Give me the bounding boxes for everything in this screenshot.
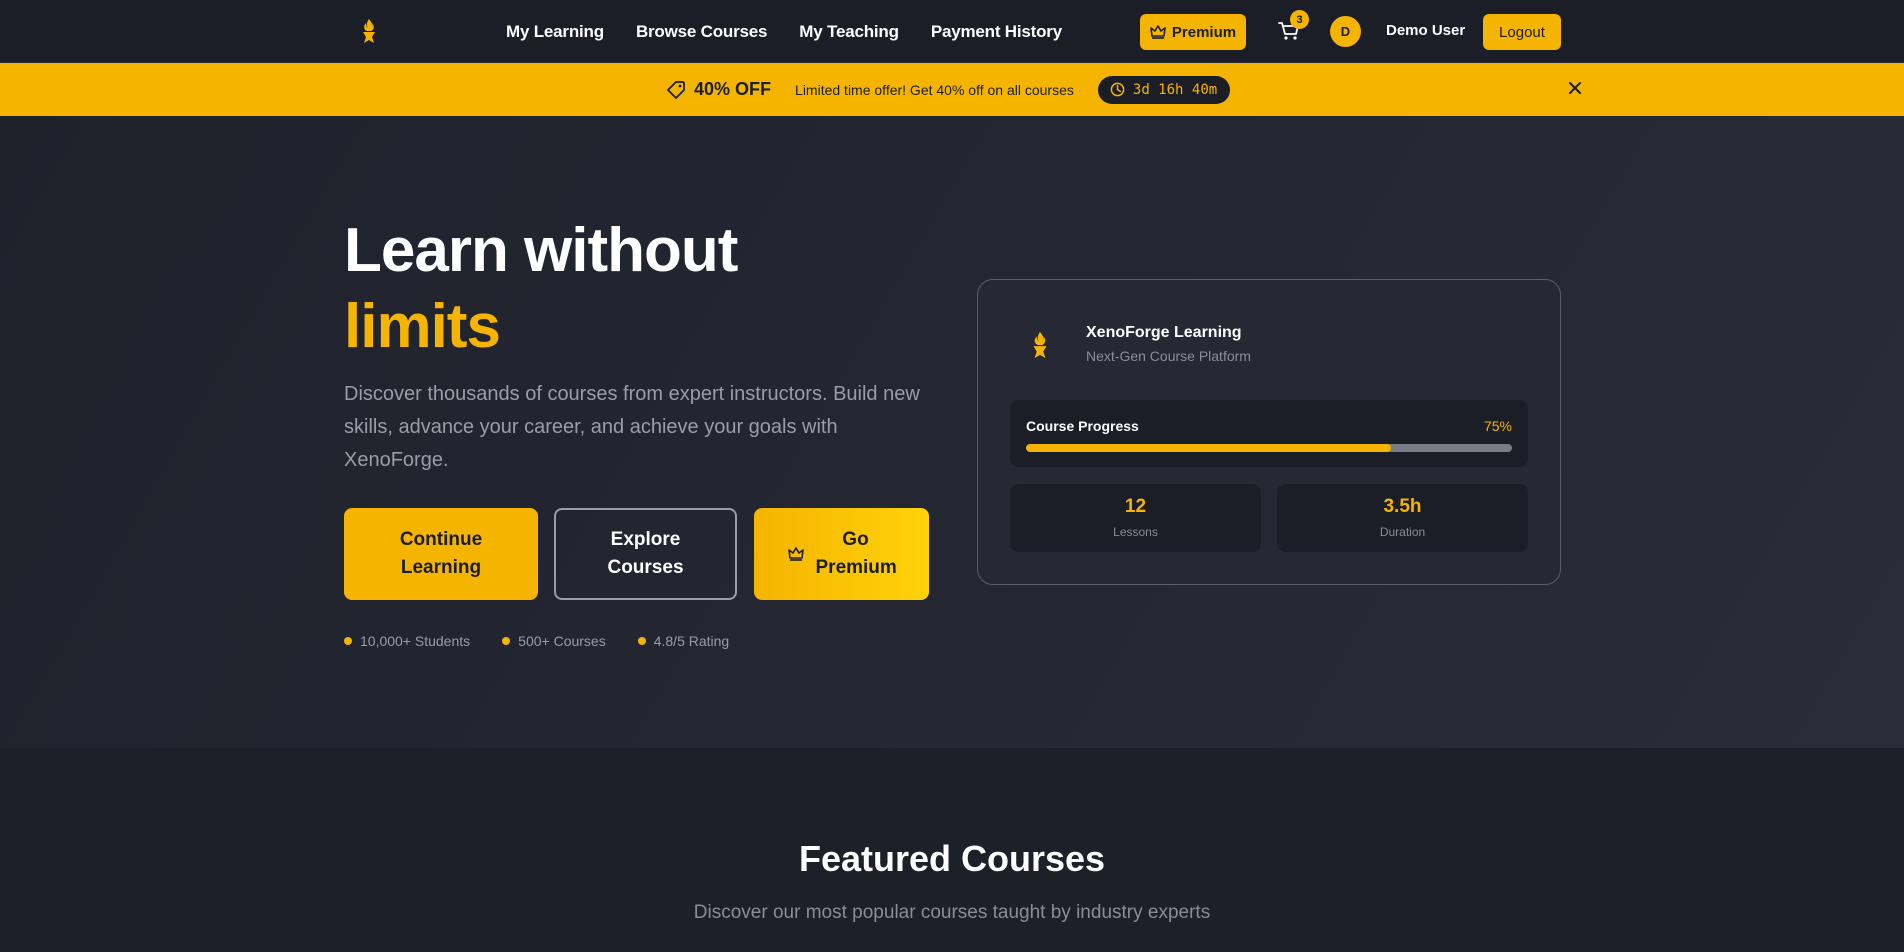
explore-label-line1: Explore [610, 529, 681, 550]
stat-dot [502, 637, 511, 645]
close-icon[interactable] [1567, 80, 1583, 96]
hero-description: Discover thousands of courses from exper… [344, 383, 920, 471]
continue-label-line1: Continue [399, 529, 483, 550]
featured-title: Featured Courses [798, 838, 1106, 879]
stat-students-text: 10,000+ Students [360, 633, 471, 649]
stat-courses: 500+ Courses [502, 633, 606, 649]
nav-my-learning[interactable]: My Learning [506, 22, 604, 42]
explore-label-line2: Courses [607, 557, 684, 578]
stat-students: 10,000+ Students [344, 633, 470, 649]
nav-links: My Learning Browse Courses My Teaching P… [506, 0, 1062, 63]
card-title: XenoForge Learning [1086, 324, 1242, 341]
hero-title-line1: Learn without [344, 216, 738, 285]
torch-logo-icon[interactable] [358, 17, 380, 45]
continue-label-line2: Learning [400, 557, 482, 578]
clock-icon [1110, 82, 1125, 97]
lessons-label: Lessons [1113, 525, 1158, 539]
continue-learning-button[interactable]: Continue Learning [344, 508, 538, 600]
premium-label: Premium [1171, 23, 1237, 41]
tag-icon [667, 80, 685, 99]
nav-my-teaching[interactable]: My Teaching [799, 22, 899, 42]
explore-courses-label: Explore Courses [607, 526, 683, 582]
hero-title: Learn without limits [344, 213, 738, 365]
timer-value: 3d 16h 40m [1132, 81, 1218, 98]
crown-icon [787, 547, 804, 561]
metric-duration: 3.5h Duration [1277, 484, 1528, 552]
nav-browse-courses[interactable]: Browse Courses [636, 22, 768, 42]
hero-section [0, 116, 1904, 748]
stat-dot [637, 637, 646, 645]
hero-title-line2: limits [344, 292, 501, 361]
featured-subtitle: Discover our most popular courses taught… [693, 902, 1211, 923]
go-premium-label: Go Premium [815, 526, 897, 582]
stat-dot [344, 637, 352, 645]
hero-stats: 10,000+ Students 500+ Courses 4.8/5 Rati… [344, 633, 729, 649]
promo-content: 40% OFF Limited time offer! Get 40% off … [666, 63, 1231, 116]
stat-courses-text: 500+ Courses [518, 633, 606, 649]
countdown-timer: 3d 16h 40m [1097, 75, 1231, 104]
course-preview-card: XenoForge Learning Next-Gen Course Platf… [977, 279, 1561, 585]
promo-text: Limited time offer! Get 40% off on all c… [795, 81, 1074, 98]
progress-value: 75% [1483, 418, 1512, 434]
course-progress: Course Progress 75% [1010, 400, 1528, 467]
stat-rating: 4.8/5 Rating [637, 633, 730, 649]
promo-discount: 40% OFF [694, 79, 772, 99]
metric-lessons: 12 Lessons [1010, 484, 1261, 552]
progress-label: Course Progress [1026, 418, 1139, 434]
top-navbar: My Learning Browse Courses My Teaching P… [0, 0, 1904, 63]
card-subtitle: Next-Gen Course Platform [1086, 348, 1251, 364]
progress-bar-track [1026, 444, 1512, 452]
torch-logo-icon [1033, 331, 1047, 359]
progress-bar-fill [1026, 444, 1391, 452]
crown-icon [1150, 25, 1166, 39]
stat-rating-text: 4.8/5 Rating [653, 633, 730, 649]
premium-label-line2: Premium [815, 557, 897, 578]
logout-button[interactable]: Logout [1483, 14, 1561, 50]
duration-label: Duration [1379, 525, 1426, 539]
nav-payment-history[interactable]: Payment History [931, 22, 1062, 42]
username[interactable]: Demo User [1386, 22, 1465, 39]
premium-button[interactable]: Premium [1140, 14, 1246, 50]
continue-learning-label: Continue Learning [400, 526, 482, 582]
avatar[interactable]: D [1330, 16, 1361, 47]
premium-label-line1: Go [842, 529, 869, 550]
lessons-value: 12 [1124, 496, 1147, 517]
go-premium-button[interactable]: Go Premium [754, 508, 929, 600]
duration-value: 3.5h [1383, 496, 1422, 517]
promo-banner: 40% OFF Limited time offer! Get 40% off … [0, 63, 1904, 116]
explore-courses-button[interactable]: Explore Courses [554, 508, 737, 600]
cart-count-badge: 3 [1290, 10, 1309, 29]
